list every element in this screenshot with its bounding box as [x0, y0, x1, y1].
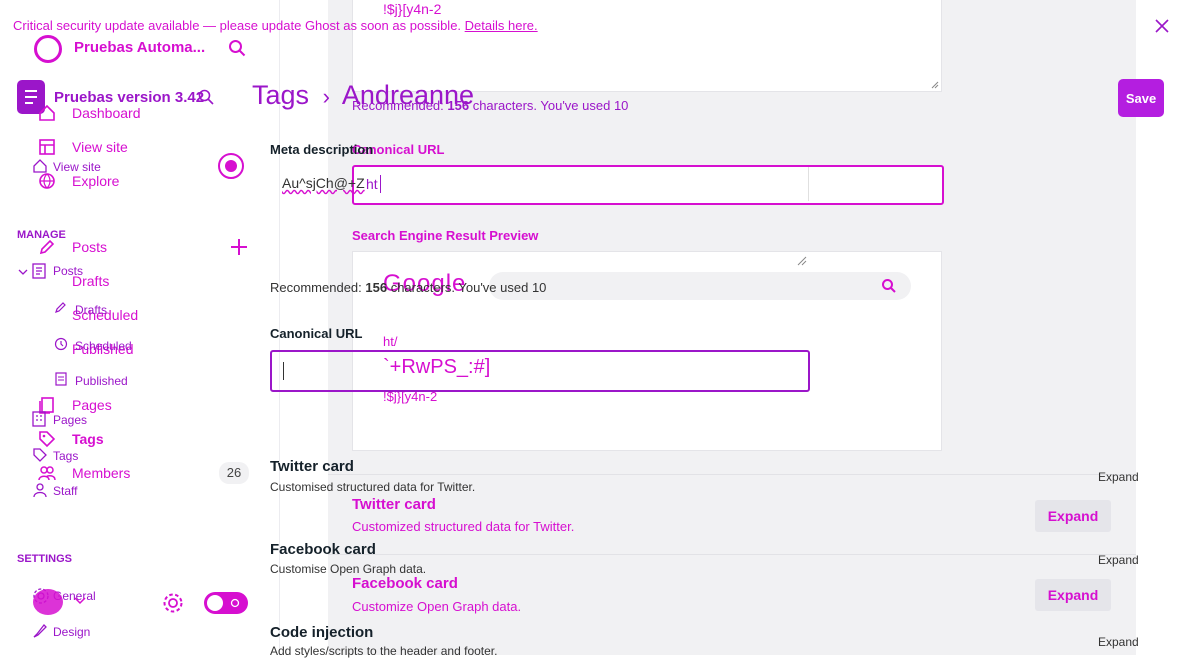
clock-icon	[54, 337, 68, 351]
settings-gear-icon[interactable]	[162, 592, 184, 614]
nav-pages[interactable]: Pages	[72, 397, 112, 413]
home-icon	[33, 159, 47, 173]
search-icon[interactable]	[198, 89, 214, 105]
twitter-card-title-back: Twitter card	[270, 458, 354, 475]
members-count-badge: 26	[219, 462, 249, 484]
nav-drafts-b[interactable]: Drafts	[75, 303, 107, 317]
pages-icon	[32, 411, 46, 427]
settings-heading-b: SETTINGS	[17, 553, 73, 565]
canonical-url-input[interactable]: ht	[352, 165, 944, 205]
chevron-right-icon: ›	[322, 84, 330, 109]
breadcrumb: Tags › Andreanne	[252, 80, 474, 111]
nav-staff-b[interactable]: Staff	[53, 484, 77, 498]
manage-heading-b: MANAGE	[17, 229, 66, 241]
search-icon	[882, 279, 896, 293]
text-caret	[380, 175, 381, 193]
save-button[interactable]: Save	[1118, 79, 1164, 117]
close-icon[interactable]	[1155, 19, 1169, 33]
posts-icon	[32, 263, 46, 279]
facebook-expand-button[interactable]: Expand	[1035, 579, 1111, 611]
resize-handle-icon	[931, 81, 939, 89]
twitter-card-title: Twitter card	[352, 496, 436, 513]
banner-details-link[interactable]: Details here.	[465, 18, 538, 33]
chevron-down-icon[interactable]	[18, 267, 28, 277]
facebook-card-desc-back: Customise Open Graph data.	[270, 562, 427, 576]
twitter-expand-back[interactable]: Expand	[1098, 470, 1139, 484]
nav-posts-b[interactable]: Posts	[53, 264, 83, 278]
nav-view-site-b[interactable]: View site	[53, 160, 101, 174]
site-logo	[34, 35, 62, 63]
code-injection-title: Code injection	[270, 624, 374, 641]
nav-scheduled-b[interactable]: Scheduled	[75, 339, 132, 353]
facebook-card-title-back: Facebook card	[270, 541, 376, 558]
moon-icon	[230, 598, 240, 608]
tag-icon	[33, 448, 47, 462]
home-icon	[39, 104, 55, 121]
nav-explore[interactable]: Explore	[72, 173, 119, 189]
window-icon	[39, 139, 55, 155]
globe-icon	[39, 173, 55, 189]
user-avatar[interactable]	[33, 589, 63, 615]
text-caret	[283, 362, 284, 380]
meta-description-value[interactable]: Au^sjCh@+Z	[282, 175, 365, 191]
search-icon[interactable]	[228, 39, 246, 57]
meta-description-textarea[interactable]: !$j}[y4n-2	[352, 0, 942, 92]
facebook-card-desc: Customize Open Graph data.	[352, 599, 522, 614]
nav-published-b[interactable]: Published	[75, 374, 128, 388]
facebook-card-title: Facebook card	[352, 575, 458, 592]
code-injection-desc: Add styles/scripts to the header and foo…	[270, 644, 498, 658]
nav-posts[interactable]: Posts	[72, 239, 107, 255]
members-icon	[38, 466, 56, 481]
site-name-bottom[interactable]: Pruebas version 3.42	[54, 89, 204, 106]
input-divider	[808, 167, 809, 201]
document-icon	[55, 372, 67, 386]
pencil-icon	[55, 302, 66, 313]
meta-hint: Recommended: 156 characters. You've used…	[270, 280, 547, 295]
chevron-down-icon[interactable]	[74, 596, 86, 606]
serp-preview-label: Search Engine Result Preview	[352, 228, 539, 243]
meta-description-label: Meta description	[270, 142, 374, 157]
twitter-card-desc-back: Customised structured data for Twitter.	[270, 480, 476, 494]
facebook-expand-back[interactable]: Expand	[1098, 553, 1139, 567]
divider	[328, 554, 1136, 555]
resize-handle-icon	[797, 256, 807, 266]
nav-tags[interactable]: Tags	[72, 431, 104, 447]
avatar[interactable]	[218, 153, 244, 179]
twitter-expand-button[interactable]: Expand	[1035, 500, 1111, 532]
brush-icon	[33, 624, 47, 638]
twitter-card-desc: Customized structured data for Twitter.	[352, 519, 575, 534]
nav-members[interactable]: Members	[72, 465, 130, 481]
breadcrumb-current: Andreanne	[341, 80, 475, 110]
site-name[interactable]: Pruebas Automa...	[74, 39, 205, 56]
nav-pages-b[interactable]: Pages	[53, 413, 87, 427]
plus-icon[interactable]	[230, 238, 248, 256]
night-mode-toggle[interactable]	[204, 592, 248, 614]
update-banner: Critical security update available — ple…	[13, 18, 538, 33]
serp-url: ht/	[383, 334, 398, 349]
tag-icon	[39, 431, 56, 448]
nav-dashboard[interactable]: Dashboard	[72, 105, 141, 121]
canonical-url-label-back: Canonical URL	[270, 326, 363, 341]
divider	[328, 474, 1136, 475]
breadcrumb-tags-link[interactable]: Tags	[252, 80, 309, 110]
nav-tags-b[interactable]: Tags	[53, 449, 78, 463]
nav-design-b[interactable]: Design	[53, 625, 90, 639]
canonical-url-input-back[interactable]	[270, 350, 810, 392]
google-search-bar	[489, 272, 911, 300]
code-injection-expand[interactable]: Expand	[1098, 635, 1139, 649]
meta-description-text: !$j}[y4n-2	[383, 1, 442, 17]
nav-view-site[interactable]: View site	[72, 139, 128, 155]
staff-icon	[33, 483, 47, 498]
